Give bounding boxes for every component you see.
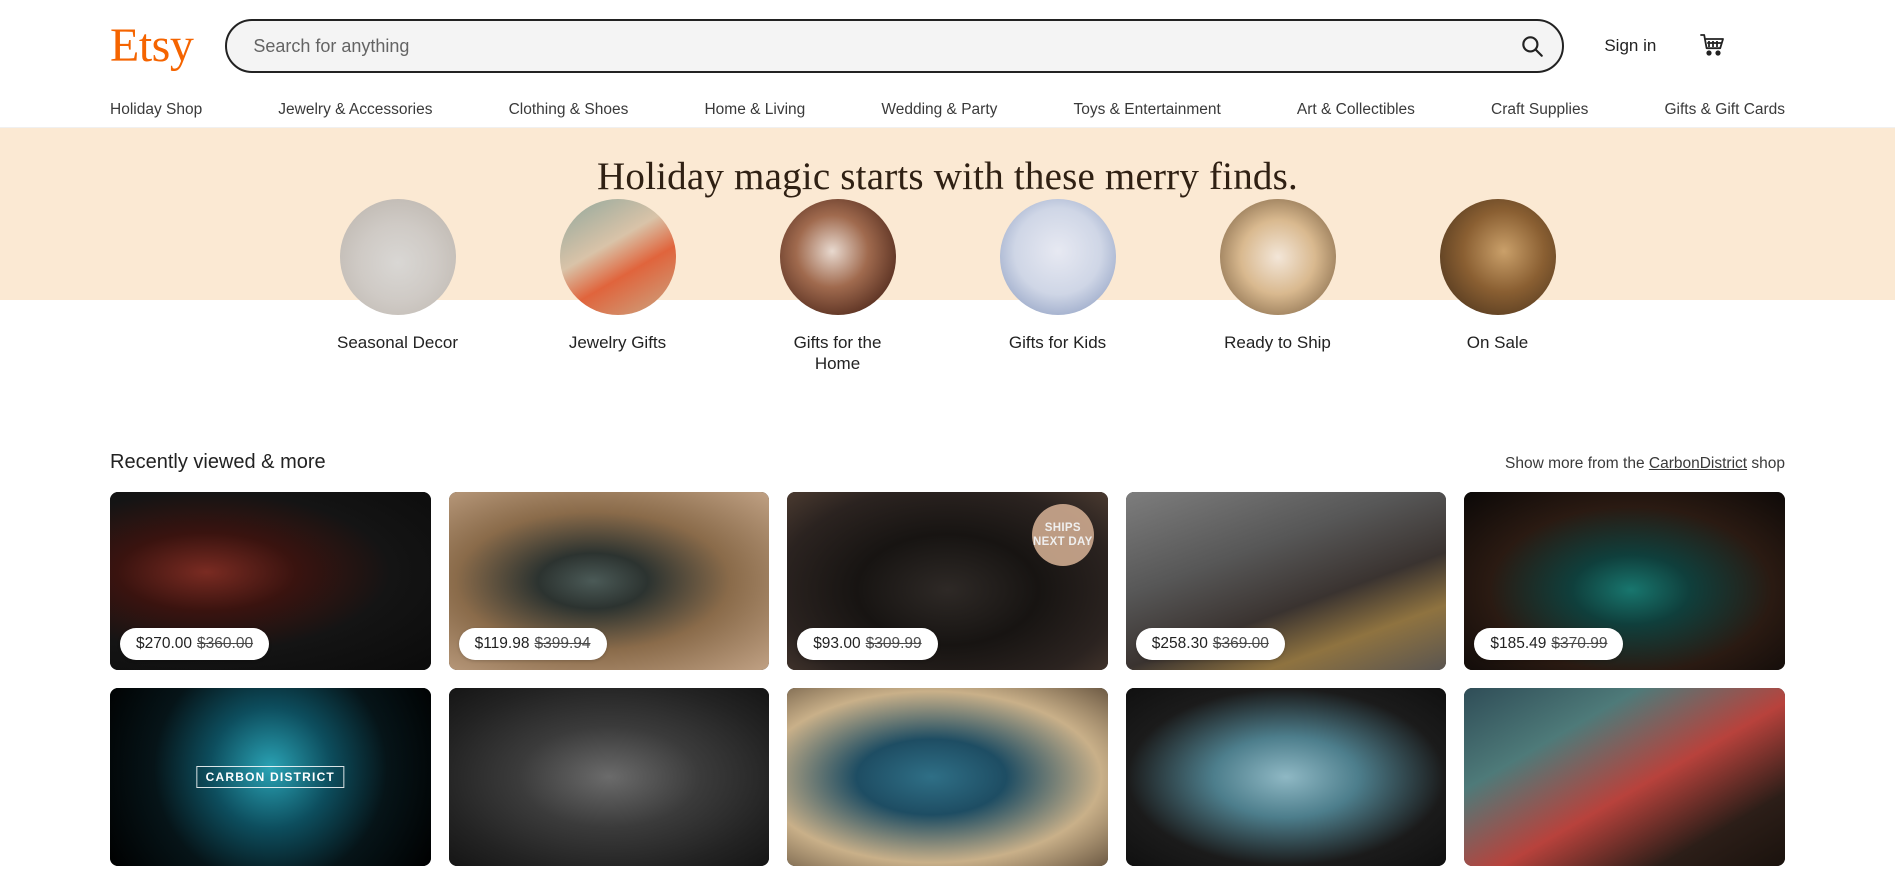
etsy-logo[interactable]: Etsy [110, 22, 194, 70]
circle-label: Seasonal Decor [337, 333, 458, 352]
hero-title: Holiday magic starts with these merry fi… [597, 155, 1298, 198]
pair-of-black-rings-photo [448, 688, 770, 866]
show-more-suffix: shop [1747, 455, 1785, 472]
product-card[interactable]: $185.49 $370.99 [1464, 492, 1785, 670]
ring-on-books-photo [1464, 688, 1785, 866]
search-input[interactable] [225, 19, 1565, 73]
circle-item-seasonal-decor[interactable]: Seasonal Decor [318, 199, 478, 375]
circle-item-jewelry-gifts[interactable]: Jewelry Gifts [538, 199, 698, 375]
shop-logo-text: CARBON DISTRICT [196, 766, 344, 788]
child-with-pillow-photo [999, 199, 1116, 315]
circle-label: Gifts for Kids [1008, 333, 1107, 352]
product-card[interactable] [1125, 688, 1447, 866]
product-card[interactable] [1464, 688, 1785, 866]
hand-holding-jars-photo [1219, 199, 1336, 315]
nav-item-clothing-shoes[interactable]: Clothing & Shoes [509, 101, 629, 119]
nav-item-craft-supplies[interactable]: Craft Supplies [1491, 101, 1588, 119]
category-nav: Holiday Shop Jewelry & Accessories Cloth… [0, 92, 1895, 128]
price-original: $369.00 [1212, 635, 1269, 652]
glass-ornament-photo [779, 199, 896, 315]
product-card[interactable]: $270.00 $360.00 [110, 492, 431, 670]
nav-item-home-living[interactable]: Home & Living [704, 101, 805, 119]
shopping-cart-icon [1700, 34, 1725, 56]
product-card[interactable]: CARBON DISTRICT [110, 688, 431, 866]
product-card[interactable] [787, 688, 1108, 866]
product-card[interactable] [448, 688, 770, 866]
orange-jewelry-box-photo [559, 199, 676, 315]
poodle-dog-photo [1439, 199, 1556, 315]
price-current: $270.00 [136, 635, 193, 652]
circle-label: Ready to Ship [1224, 333, 1331, 352]
nav-item-gifts-gift-cards[interactable]: Gifts & Gift Cards [1664, 101, 1785, 119]
price-current: $93.00 [813, 635, 861, 652]
circle-label: Jewelry Gifts [568, 333, 667, 352]
circle-label: On Sale [1466, 333, 1529, 352]
price-current: $119.98 [474, 635, 530, 652]
circle-item-ready-to-ship[interactable]: Ready to Ship [1198, 199, 1358, 375]
price-original: $309.99 [865, 635, 922, 652]
product-card[interactable]: $119.98 $399.94 [448, 492, 770, 670]
product-card[interactable]: SHIPS NEXT DAY $93.00 $309.99 [787, 492, 1108, 670]
site-header: Etsy Sign in [0, 0, 1895, 92]
nav-item-art-collectibles[interactable]: Art & Collectibles [1297, 101, 1415, 119]
shop-name-link[interactable]: CarbonDistrict [1649, 455, 1747, 472]
price-badge: $119.98 $399.94 [458, 628, 607, 660]
price-original: $370.99 [1551, 635, 1608, 652]
price-badge: $93.00 $309.99 [797, 628, 938, 660]
circle-label: Gifts for the Home [793, 333, 882, 374]
price-current: $258.30 [1151, 635, 1208, 652]
show-more-shop-link: Show more from the CarbonDistrict shop [1505, 455, 1785, 473]
product-grid: $270.00 $360.00 $119.98 $399.94 SHIPS NEXT… [110, 492, 1785, 866]
recently-viewed-section: Recently viewed & more Show more from th… [0, 451, 1895, 866]
dark-blue-ring-photo [1125, 688, 1447, 866]
product-card[interactable]: $258.30 $369.00 [1125, 492, 1447, 670]
show-more-prefix: Show more from the [1505, 455, 1649, 472]
circle-item-gifts-for-the-home[interactable]: Gifts for the Home [758, 199, 918, 375]
price-badge: $185.49 $370.99 [1474, 628, 1624, 660]
nav-item-toys-entertainment[interactable]: Toys & Entertainment [1073, 101, 1220, 119]
section-header: Recently viewed & more Show more from th… [110, 451, 1785, 474]
circle-item-gifts-for-kids[interactable]: Gifts for Kids [978, 199, 1138, 375]
page-title: Recently viewed & more [110, 451, 326, 473]
search-icon [1522, 36, 1544, 57]
sign-in-link[interactable]: Sign in [1604, 36, 1656, 56]
price-badge: $270.00 $360.00 [120, 628, 270, 660]
nav-item-jewelry-accessories[interactable]: Jewelry & Accessories [278, 101, 432, 119]
search-button[interactable] [1512, 26, 1552, 66]
nav-item-holiday-shop[interactable]: Holiday Shop [110, 101, 202, 119]
price-original: $399.94 [534, 635, 591, 652]
ships-next-day-badge: SHIPS NEXT DAY [1031, 504, 1094, 566]
price-original: $360.00 [197, 635, 254, 652]
search-bar [225, 19, 1565, 73]
price-badge: $258.30 $369.00 [1135, 628, 1285, 660]
price-current: $185.49 [1490, 635, 1547, 652]
hanging-stockings-photo [339, 199, 456, 315]
circle-item-on-sale[interactable]: On Sale [1418, 199, 1578, 375]
nav-item-wedding-party[interactable]: Wedding & Party [881, 101, 997, 119]
blue-gold-ring-photo [787, 688, 1108, 866]
cart-button[interactable] [1698, 32, 1728, 60]
category-circle-row: Seasonal Decor Jewelry Gifts Gifts for t… [0, 199, 1895, 375]
